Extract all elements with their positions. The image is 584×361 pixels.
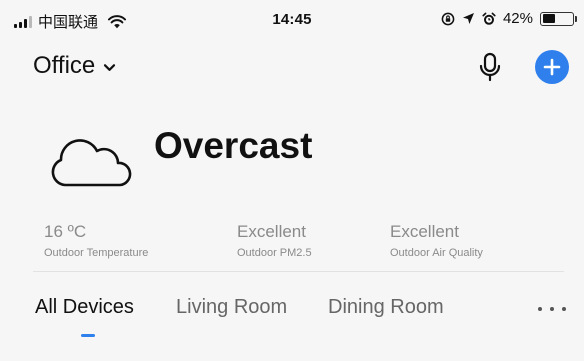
stat-outdoor-air-quality: Excellent Outdoor Air Quality (390, 222, 483, 259)
tab-dining-room[interactable]: Dining Room (328, 296, 444, 319)
divider (33, 271, 564, 272)
active-tab-indicator (81, 334, 95, 337)
voice-button[interactable] (476, 52, 504, 82)
status-bar: 中国联通 14:45 42% (0, 0, 584, 40)
add-device-button[interactable] (535, 50, 569, 84)
more-dot (538, 307, 542, 311)
plus-icon (543, 58, 561, 76)
stat-label: Outdoor PM2.5 (237, 247, 312, 259)
more-options-button[interactable] (538, 300, 566, 318)
battery-icon (540, 11, 577, 26)
more-dot (562, 307, 566, 311)
cloud-icon (51, 139, 132, 187)
stat-label: Outdoor Air Quality (390, 247, 483, 259)
battery-fill (542, 14, 555, 23)
weather-condition: Overcast (154, 125, 313, 166)
battery-percent: 42% (502, 10, 533, 27)
stat-value: Excellent (237, 222, 306, 241)
stat-value: 16 ºC (44, 222, 87, 241)
room-tabs: All Devices Living Room Dining Room (0, 296, 584, 346)
tab-all-devices[interactable]: All Devices (35, 296, 134, 319)
location-selector[interactable]: Office (33, 52, 116, 80)
microphone-icon (479, 52, 501, 82)
status-right: 42% (441, 10, 577, 27)
tab-living-room[interactable]: Living Room (176, 296, 287, 319)
stat-outdoor-temperature: 16 ºC Outdoor Temperature (44, 222, 148, 259)
more-dot (550, 307, 554, 311)
stat-value: Excellent (390, 222, 459, 241)
alarm-icon (482, 12, 496, 25)
location-title: Office (33, 52, 96, 79)
stat-outdoor-pm25: Excellent Outdoor PM2.5 (237, 222, 312, 259)
orientation-lock-icon (441, 12, 455, 25)
location-icon (462, 13, 474, 24)
chevron-down-icon (104, 63, 116, 71)
stat-label: Outdoor Temperature (44, 247, 149, 259)
